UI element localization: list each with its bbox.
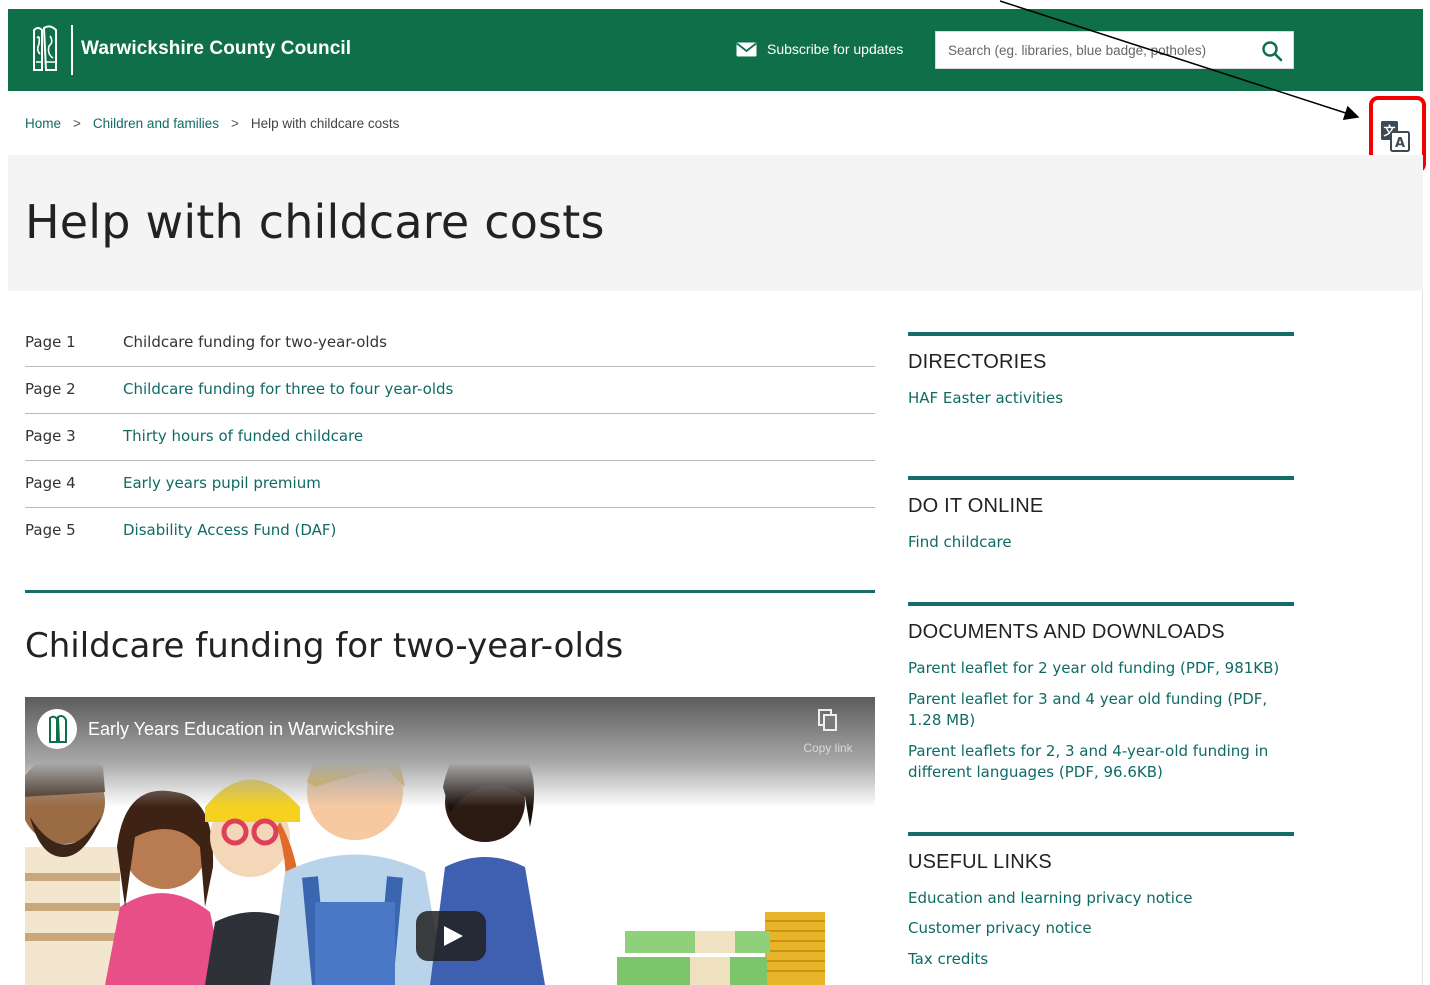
page-title: Help with childcare costs — [25, 195, 605, 249]
page-link[interactable]: Early years pupil premium — [123, 474, 321, 492]
page-link[interactable]: Thirty hours of funded childcare — [123, 427, 363, 445]
sidebar-link[interactable]: Education and learning privacy notice — [908, 888, 1294, 909]
video-topbar — [25, 697, 875, 807]
video-player[interactable]: Early Years Education in Warwickshire Co… — [25, 697, 875, 985]
page-navigation: Page 1 Childcare funding for two-year-ol… — [25, 320, 875, 555]
sidebar-do-it-online: DO IT ONLINE Find childcare — [908, 476, 1294, 553]
channel-avatar-icon[interactable] — [37, 709, 77, 749]
page-row: Page 5 Disability Access Fund (DAF) — [25, 508, 875, 555]
document-link[interactable]: Parent leaflet for 2 year old funding (P… — [908, 658, 1294, 679]
video-title[interactable]: Early Years Education in Warwickshire — [88, 719, 394, 740]
sidebar-link[interactable]: Find childcare — [908, 532, 1294, 553]
sidebar-heading: DO IT ONLINE — [908, 495, 1044, 517]
page-row: Page 2 Childcare funding for three to fo… — [25, 367, 875, 414]
copy-link-label: Copy link — [803, 741, 853, 755]
page-number: Page 1 — [25, 333, 76, 351]
sidebar-rule — [908, 332, 1294, 336]
page-link-current: Childcare funding for two-year-olds — [123, 333, 387, 351]
page-number: Page 5 — [25, 521, 76, 539]
sidebar-rule — [908, 602, 1294, 606]
sidebar-link[interactable]: Tax credits — [908, 949, 1294, 970]
sidebar-heading: USEFUL LINKS — [908, 851, 1052, 873]
document-link[interactable]: Parent leaflets for 2, 3 and 4-year-old … — [908, 741, 1278, 783]
page-link[interactable]: Disability Access Fund (DAF) — [123, 521, 336, 539]
sidebar-directories: DIRECTORIES HAF Easter activities — [908, 332, 1294, 409]
page-link[interactable]: Childcare funding for three to four year… — [123, 380, 453, 398]
sidebar-documents: DOCUMENTS AND DOWNLOADS Parent leaflet f… — [908, 602, 1294, 783]
title-band: Help with childcare costs — [8, 155, 1423, 291]
annotation-arrow-icon — [999, 0, 1360, 120]
document-link[interactable]: Parent leaflet for 3 and 4 year old fund… — [908, 689, 1278, 731]
page-row: Page 4 Early years pupil premium — [25, 461, 875, 508]
sidebar-rule — [908, 476, 1294, 480]
content-edge-divider — [1422, 291, 1423, 985]
sidebar-link[interactable]: Customer privacy notice — [908, 918, 1294, 939]
sidebar-heading: DOCUMENTS AND DOWNLOADS — [908, 621, 1225, 643]
sidebar-rule — [908, 832, 1294, 836]
section-title: Childcare funding for two-year-olds — [25, 626, 624, 666]
sidebar-link[interactable]: HAF Easter activities — [908, 388, 1294, 409]
sidebar-useful-links: USEFUL LINKS Education and learning priv… — [908, 832, 1294, 970]
copy-icon — [818, 709, 837, 731]
page-number: Page 3 — [25, 427, 76, 445]
page-canvas: Warwickshire County Council Subscribe fo… — [0, 0, 1430, 985]
section-divider — [25, 590, 875, 593]
sidebar-heading: DIRECTORIES — [908, 351, 1047, 373]
play-icon[interactable] — [416, 911, 486, 961]
page-row: Page 1 Childcare funding for two-year-ol… — [25, 320, 875, 367]
page-number: Page 2 — [25, 380, 76, 398]
page-number: Page 4 — [25, 474, 76, 492]
page-row: Page 3 Thirty hours of funded childcare — [25, 414, 875, 461]
copy-link-button[interactable]: Copy link — [795, 709, 861, 755]
